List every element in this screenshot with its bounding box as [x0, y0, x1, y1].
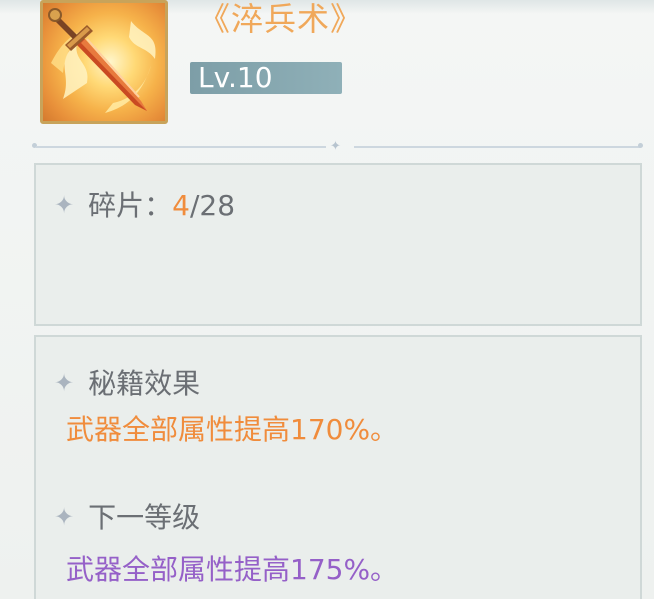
fragments-row: ✦ 碎片：4/28	[54, 184, 235, 224]
fragments-label: 碎片：	[88, 189, 173, 222]
star-icon: ✦	[54, 503, 75, 531]
fragments-current: 4	[172, 189, 190, 222]
level-badge: Lv.10	[190, 62, 342, 94]
star-icon: ✦	[54, 369, 75, 397]
star-icon: ✦	[54, 191, 75, 219]
skill-detail-panel: 《淬兵术》 Lv.10 ✦ ✦ 碎片：4/28 ✦ 秘籍效果 武器全部属性提高170…	[0, 0, 654, 599]
divider-dot-right	[638, 143, 643, 148]
flaming-sword-icon	[48, 8, 156, 113]
next-level-label: 下一等级	[88, 501, 201, 534]
current-effect-text: 武器全部属性提高170%。	[66, 413, 399, 446]
fragments-separator: /	[189, 189, 200, 222]
skill-icon-tile[interactable]	[40, 0, 168, 124]
divider-left	[36, 146, 326, 148]
divider-right	[354, 146, 640, 148]
next-level-effect-text: 武器全部属性提高175%。	[66, 553, 399, 586]
next-level-heading: ✦ 下一等级	[54, 496, 200, 536]
skill-title: 《淬兵术》	[198, 0, 364, 38]
fragments-total: 28	[199, 189, 236, 222]
current-effect-label: 秘籍效果	[88, 367, 201, 400]
current-effect-heading: ✦ 秘籍效果	[54, 362, 200, 402]
divider-star-icon: ✦	[330, 139, 341, 154]
